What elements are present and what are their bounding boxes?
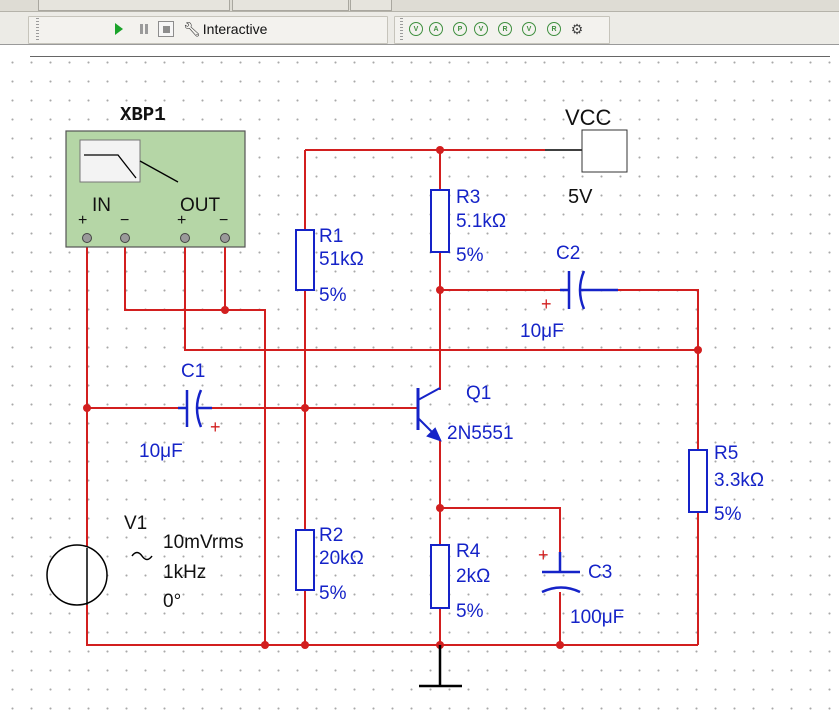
terminal-plus-label: + <box>177 212 187 229</box>
resistor-r1[interactable] <box>295 229 315 291</box>
r2-name: R2 <box>319 525 344 546</box>
junction-dot <box>436 146 444 154</box>
c2-name: C2 <box>556 243 581 264</box>
c1-name: C1 <box>181 361 206 382</box>
terminal-out-plus[interactable] <box>180 233 190 243</box>
vcc-value-label: 5V <box>568 186 593 208</box>
sine-wave-icon <box>131 551 153 561</box>
terminal-minus-label: − <box>120 212 130 229</box>
capacitor-c1[interactable] <box>178 389 212 428</box>
r4-name: R4 <box>456 541 481 562</box>
terminal-plus-label: + <box>78 212 88 229</box>
resistor-r4[interactable] <box>430 544 450 609</box>
c3-curved-plate <box>541 586 581 594</box>
ac-source-v1[interactable] <box>46 540 153 606</box>
c3-polarity: + <box>538 545 549 565</box>
c1-polarity: + <box>210 417 221 437</box>
junction-dot <box>83 404 91 412</box>
vcc-symbol[interactable] <box>545 129 628 173</box>
r4-tolerance: 5% <box>456 601 484 622</box>
port-label-in: IN <box>92 195 111 216</box>
r1-name: R1 <box>319 226 344 247</box>
v1-name: V1 <box>124 513 148 534</box>
bode-plotter-xbp1[interactable] <box>65 130 246 248</box>
v1-phase: 0° <box>163 591 182 612</box>
r5-value: 3.3kΩ <box>714 470 765 491</box>
instrument-label: XBP1 <box>120 104 166 126</box>
junction-dot <box>221 306 229 314</box>
resistor-r5[interactable] <box>688 449 708 513</box>
junction-dot <box>261 641 269 649</box>
junction-dot <box>436 504 444 512</box>
vcc-box <box>581 129 628 173</box>
instrument-screen <box>79 139 141 183</box>
terminal-in-plus[interactable] <box>82 233 92 243</box>
transistor-q1[interactable] <box>416 387 442 442</box>
r3-tolerance: 5% <box>456 245 484 266</box>
r2-tolerance: 5% <box>319 583 347 604</box>
resistor-r2[interactable] <box>295 529 315 591</box>
junction-dot <box>694 346 702 354</box>
r4-value: 2kΩ <box>456 566 491 587</box>
q1-name: Q1 <box>466 383 492 404</box>
c3-name: C3 <box>588 562 613 583</box>
r5-name: R5 <box>714 443 739 464</box>
terminal-in-minus[interactable] <box>120 233 130 243</box>
junction-dot <box>301 404 309 412</box>
r3-name: R3 <box>456 187 481 208</box>
junction-dot <box>301 641 309 649</box>
terminal-minus-label: − <box>219 212 229 229</box>
c2-polarity: + <box>541 294 552 314</box>
v1-circle <box>46 544 108 606</box>
v1-frequency: 1kHz <box>163 562 207 583</box>
r3-value: 5.1kΩ <box>456 211 507 232</box>
r5-tolerance: 5% <box>714 504 742 525</box>
q1-model: 2N5551 <box>447 423 514 444</box>
wire-out-plus[interactable] <box>184 245 698 351</box>
resistor-r3[interactable] <box>430 189 450 253</box>
r1-value: 51kΩ <box>319 249 364 270</box>
r1-tolerance: 5% <box>319 285 347 306</box>
c3-value: 100μF <box>570 607 625 628</box>
capacitors <box>178 270 618 594</box>
ground-symbol[interactable] <box>419 645 462 688</box>
q1-collector-line <box>417 387 441 401</box>
vcc-label: VCC <box>565 105 612 130</box>
terminal-out-minus[interactable] <box>220 233 230 243</box>
wire-c2-right[interactable] <box>618 289 699 450</box>
capacitor-c2[interactable] <box>560 270 618 310</box>
junction-dot <box>556 641 564 649</box>
c1-value: 10μF <box>139 441 183 462</box>
v1-amplitude: 10mVrms <box>163 532 244 553</box>
junction-dot <box>436 286 444 294</box>
c2-value: 10μF <box>520 321 564 342</box>
r2-value: 20kΩ <box>319 548 364 569</box>
